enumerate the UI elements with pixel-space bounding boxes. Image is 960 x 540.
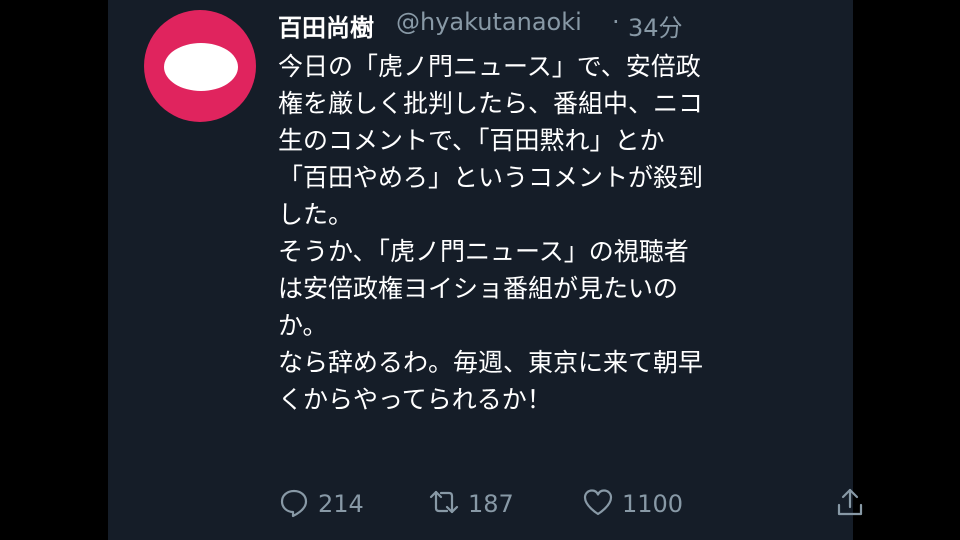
header-separator: · xyxy=(612,8,620,36)
reply-button[interactable]: 214 xyxy=(278,482,364,526)
tweet-actions: 214 187 1100 xyxy=(278,482,863,526)
display-name[interactable]: 百田尚樹 xyxy=(278,8,374,43)
reply-icon xyxy=(278,486,310,522)
tweet-text-line: くからやってられるか！ xyxy=(278,385,552,414)
tweet-text-line: そうか、「虎ノ門ニュース」の視聴者 xyxy=(278,237,689,266)
tweet-text-line: 「百田やめろ」というコメントが殺到 xyxy=(278,163,704,192)
like-count: 1100 xyxy=(622,490,684,518)
tweet-text-line: か。 xyxy=(278,311,328,340)
tweet-card[interactable]: 百田尚樹 @hyakutanaoki · 34分 今日の「虎ノ門ニュース」で、安… xyxy=(108,0,863,540)
tweet-text-line: 生のコメントで、「百田黙れ」とか xyxy=(278,126,665,155)
tweet-text: 今日の「虎ノ門ニュース」で、安倍政 権を厳しく批判したら、番組中、ニコ 生のコメ… xyxy=(278,48,818,418)
share-button[interactable] xyxy=(834,482,866,526)
user-handle[interactable]: @hyakutanaoki xyxy=(396,8,582,36)
tweet-header: 百田尚樹 @hyakutanaoki · 34分 xyxy=(278,4,828,44)
tweet-text-line: した。 xyxy=(278,200,354,229)
screen: 百田尚樹 @hyakutanaoki · 34分 今日の「虎ノ門ニュース」で、安… xyxy=(0,0,960,540)
share-icon xyxy=(834,486,866,522)
timestamp[interactable]: 34分 xyxy=(628,8,683,43)
tweet-text-line: なら辞めるわ。毎週、東京に来て朝早 xyxy=(278,348,704,377)
retweet-button[interactable]: 187 xyxy=(428,482,514,526)
avatar[interactable] xyxy=(144,10,256,122)
tweet-text-line: は安倍政権ヨイショ番組が見たいの xyxy=(278,274,679,303)
tweet-text-line: 権を厳しく批判したら、番組中、ニコ xyxy=(278,89,704,118)
heart-icon xyxy=(582,486,614,522)
retweet-count: 187 xyxy=(468,490,514,518)
tweet-text-line: 今日の「虎ノ門ニュース」で、安倍政 xyxy=(278,52,701,81)
reply-count: 214 xyxy=(318,490,364,518)
retweet-icon xyxy=(428,486,460,522)
avatar-inner-shape xyxy=(164,43,238,91)
like-button[interactable]: 1100 xyxy=(582,482,683,526)
